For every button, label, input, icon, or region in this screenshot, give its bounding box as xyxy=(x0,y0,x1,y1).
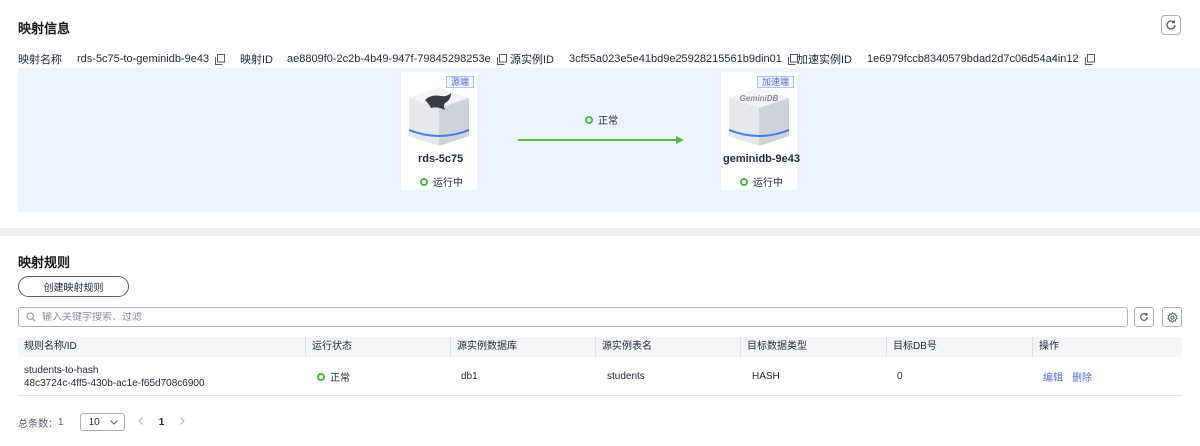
rule-status-cell: 正常 xyxy=(311,357,350,396)
edit-link[interactable]: 编辑 xyxy=(1043,369,1063,384)
rule-id: 48c3724c-4ff5-430b-ac1e-f65d708c6900 xyxy=(24,377,205,389)
refresh-button[interactable] xyxy=(1161,15,1181,35)
status-ok-icon xyxy=(420,177,428,186)
mapping-id-item: 映射ID ae8809f0-2c2b-4b49-947f-79845298253… xyxy=(240,51,507,67)
mapping-name-label: 映射名称 xyxy=(18,54,62,66)
geminidb-server-icon: GeminiDB xyxy=(728,88,790,146)
rule-status: 正常 xyxy=(330,373,350,384)
source-node-status: 运行中 xyxy=(420,174,463,189)
page-size-select[interactable]: 10 xyxy=(79,413,125,431)
table-settings-button[interactable] xyxy=(1162,307,1182,327)
target-node-status: 运行中 xyxy=(740,174,783,189)
mapping-info-title: 映射信息 xyxy=(18,21,71,36)
column-header-actions: 操作 xyxy=(1032,337,1182,357)
rds-server-icon xyxy=(408,88,470,146)
mapping-id-value: ae8809f0-2c2b-4b49-947f-79845298253e xyxy=(287,53,491,65)
gear-icon xyxy=(1166,311,1178,323)
source-node-name: rds-5c75 xyxy=(418,153,464,165)
target-status-text: 运行中 xyxy=(753,178,783,189)
geminidb-logo-text: GeminiDB xyxy=(740,94,779,103)
target-db-cell: 0 xyxy=(897,371,903,382)
table-header: 规则名称/ID 运行状态 源实例数据库 源实例表名 目标数据类型 目标DB号 操… xyxy=(18,337,1182,357)
mapping-info-row: 映射名称 rds-5c75-to-geminidb-9e43 映射ID ae88… xyxy=(18,51,1178,67)
status-ok-icon xyxy=(317,372,325,381)
column-header-rule-name[interactable]: 规则名称/ID xyxy=(18,337,305,357)
next-page-button[interactable] xyxy=(177,416,189,428)
actions-cell: 编辑 删除 xyxy=(1037,357,1101,396)
source-instance-id-item: 源实例ID 3cf55a023e5e41bd9e25928215561b9din… xyxy=(510,51,798,67)
table-refresh-button[interactable] xyxy=(1134,307,1154,327)
refresh-icon xyxy=(1140,313,1148,321)
sync-arrow-icon xyxy=(518,136,684,144)
create-mapping-rule-button[interactable]: 创建映射规则 xyxy=(18,276,129,297)
rule-name-cell: students-to-hash 48c3724c-4ff5-430b-ac1e… xyxy=(18,357,305,396)
mapping-rules-panel: 映射规则 创建映射规则 规则名称/ID 运行状态 源实例数据库 源实例表名 目标… xyxy=(0,236,1200,446)
page-number-current[interactable]: 1 xyxy=(157,417,167,428)
table-row: students-to-hash 48c3724c-4ff5-430b-ac1e… xyxy=(18,357,1182,396)
target-node[interactable]: 加速端 GeminiDB xyxy=(721,72,797,190)
source-table-cell: students xyxy=(607,371,645,382)
pagination: 总条数： 1 10 1 xyxy=(18,412,189,432)
mapping-info-panel: 映射信息 映射名称 rds-5c75-to-geminidb-9e43 映射ID… xyxy=(0,0,1200,228)
chevron-down-icon xyxy=(109,419,118,425)
search-bar[interactable] xyxy=(18,307,1128,327)
status-ok-icon xyxy=(585,115,593,124)
copy-icon[interactable] xyxy=(1084,53,1095,65)
source-status-text: 运行中 xyxy=(433,178,463,189)
mapping-name-value: rds-5c75-to-geminidb-9e43 xyxy=(77,53,210,65)
source-node[interactable]: 源端 xyxy=(401,72,477,190)
status-ok-icon xyxy=(740,177,748,186)
column-header-status[interactable]: 运行状态 xyxy=(305,337,450,357)
target-node-name: geminidb-9e43 xyxy=(723,153,801,165)
mapping-id-label: 映射ID xyxy=(240,54,273,66)
accel-instance-id-value: 1e6979fccb8340579bdad2d7c06d54a4in12 xyxy=(867,53,1079,65)
total-label: 总条数： xyxy=(18,418,58,430)
source-db-cell: db1 xyxy=(461,371,478,382)
refresh-icon xyxy=(1166,20,1176,30)
source-instance-id-value: 3cf55a023e5e41bd9e25928215561b9din01 xyxy=(569,53,782,65)
accel-instance-id-item: 加速实例ID 1e6979fccb8340579bdad2d7c06d54a4i… xyxy=(797,51,1095,67)
source-instance-id-label: 源实例ID xyxy=(510,54,554,66)
link-status: 正常 xyxy=(585,112,618,127)
total-count: 1 xyxy=(58,416,64,428)
mapping-rules-table: 规则名称/ID 运行状态 源实例数据库 源实例表名 目标数据类型 目标DB号 操… xyxy=(18,337,1182,396)
mapping-name-item: 映射名称 rds-5c75-to-geminidb-9e43 xyxy=(18,51,226,67)
page-size-value: 10 xyxy=(88,416,100,428)
accel-instance-id-label: 加速实例ID xyxy=(797,54,852,66)
column-header-source-table[interactable]: 源实例表名 xyxy=(595,337,740,357)
copy-icon[interactable] xyxy=(496,53,507,65)
link-status-text: 正常 xyxy=(598,116,618,127)
column-header-target-db[interactable]: 目标DB号 xyxy=(886,337,1032,357)
rule-name: students-to-hash xyxy=(24,364,99,376)
search-input[interactable] xyxy=(42,311,942,323)
copy-icon[interactable] xyxy=(215,53,226,65)
delete-link[interactable]: 删除 xyxy=(1072,369,1092,384)
chevron-right-icon xyxy=(180,416,185,425)
search-icon xyxy=(26,312,36,322)
column-header-target-type[interactable]: 目标数据类型 xyxy=(740,337,886,357)
mapping-rules-title: 映射规则 xyxy=(18,255,71,270)
target-type-cell: HASH xyxy=(752,371,780,382)
column-header-source-db[interactable]: 源实例数据库 xyxy=(450,337,595,357)
prev-page-button[interactable] xyxy=(135,416,147,428)
chevron-left-icon xyxy=(138,416,143,425)
